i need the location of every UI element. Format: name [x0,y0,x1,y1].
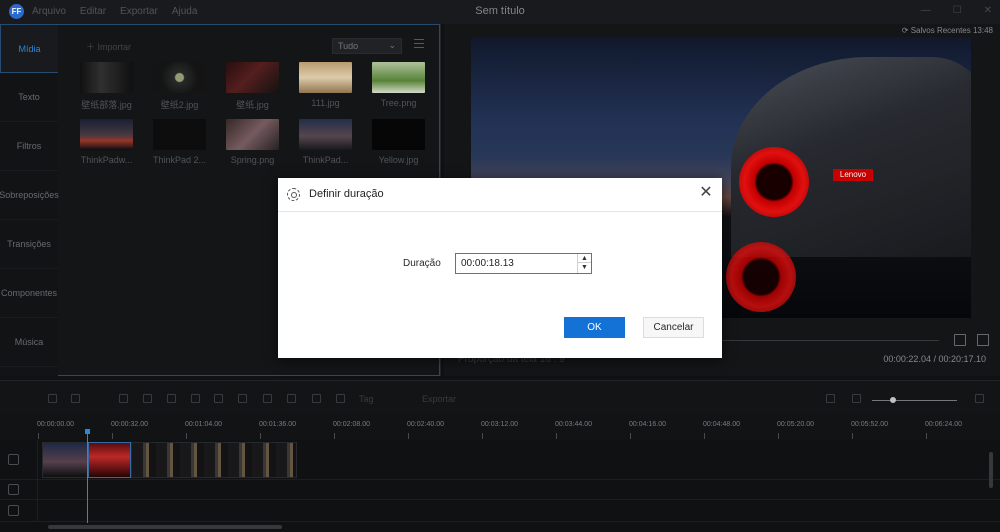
close-icon[interactable]: ✕ [698,184,714,202]
dialog-header: Definir duração ✕ [278,178,722,212]
gear-icon [287,188,300,201]
chevron-up-icon[interactable]: ▲ [578,254,591,263]
duration-input[interactable] [456,254,576,273]
duration-spinbox: ▲ ▼ [455,253,592,274]
cancel-button[interactable]: Cancelar [643,317,704,338]
duration-stepper: ▲ ▼ [577,254,591,273]
set-duration-dialog: Definir duração ✕ Duração ▲ ▼ OK Cancela… [278,178,722,358]
ok-button[interactable]: OK [564,317,625,338]
chevron-down-icon[interactable]: ▼ [578,263,591,272]
duration-label: Duração [403,258,441,269]
dialog-title: Definir duração [309,188,384,200]
